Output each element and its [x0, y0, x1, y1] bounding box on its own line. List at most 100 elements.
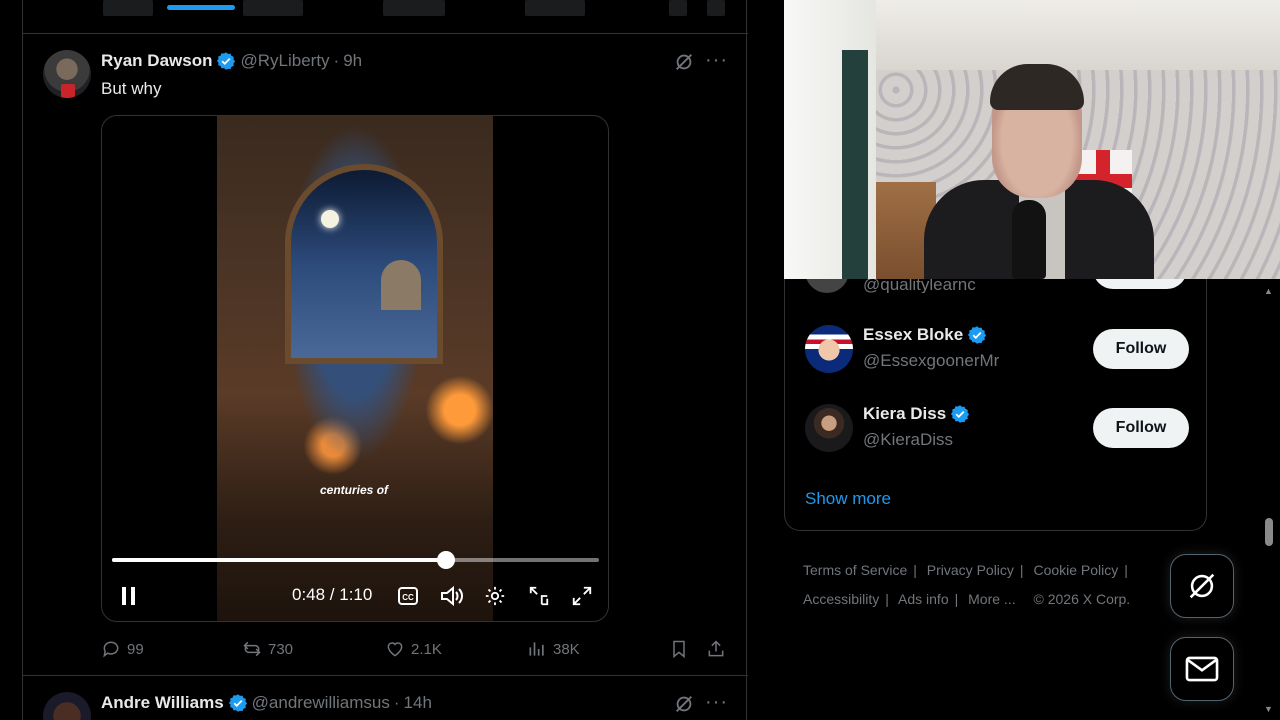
- video-caption: centuries of: [320, 483, 389, 497]
- pause-button[interactable]: [119, 584, 139, 608]
- suggestion-name[interactable]: Kiera Diss: [863, 404, 946, 424]
- tweet[interactable]: Ryan Dawson @RyLiberty · 9h ··· But why …: [23, 34, 748, 676]
- grok-icon[interactable]: [673, 693, 695, 715]
- bookmark-button[interactable]: [669, 639, 689, 659]
- author-name[interactable]: Andre Williams: [101, 693, 224, 713]
- verified-badge-icon[interactable]: [216, 51, 236, 71]
- more-options-icon[interactable]: ···: [705, 49, 728, 72]
- mail-icon: [1185, 656, 1219, 682]
- previous-tweet-actions: [23, 0, 748, 34]
- next-tweet[interactable]: Andre Williams @andrewilliamsus · 14h ··…: [23, 676, 748, 720]
- footer-row-2: Accessibility | Ads info | More ... © 2026…: [803, 585, 1163, 614]
- author-handle[interactable]: @andrewilliamsus: [252, 693, 390, 713]
- avatar[interactable]: [805, 325, 853, 373]
- avatar[interactable]: [805, 404, 853, 452]
- avatar[interactable]: [805, 279, 849, 293]
- previous-bookmark-icon[interactable]: [669, 0, 687, 16]
- previous-video-progress: [167, 5, 235, 10]
- webcam-overlay: [784, 0, 1280, 279]
- previous-view-count[interactable]: [525, 0, 585, 16]
- messages-floating-button[interactable]: [1170, 637, 1234, 701]
- previous-repost-count[interactable]: [243, 0, 303, 16]
- repost-count: 730: [268, 640, 294, 658]
- grok-floating-button[interactable]: [1170, 554, 1234, 618]
- reply-button[interactable]: 99: [101, 639, 144, 659]
- footer-link-terms[interactable]: Terms of Service: [803, 562, 907, 578]
- verified-badge-icon[interactable]: [967, 325, 987, 345]
- tweet-header: Ryan Dawson @RyLiberty · 9h: [101, 51, 362, 71]
- footer-link-ads-info[interactable]: Ads info: [898, 591, 949, 607]
- share-button[interactable]: [706, 639, 726, 659]
- view-count: 38K: [553, 640, 580, 658]
- webcam-curtain: [842, 50, 868, 279]
- author-name[interactable]: Ryan Dawson: [101, 51, 212, 71]
- scrollbar-thumb[interactable]: [1265, 518, 1273, 546]
- footer-link-more[interactable]: More ...: [968, 591, 1015, 607]
- follow-suggestion[interactable]: Kiera Diss @KieraDiss Follow: [803, 400, 1189, 456]
- suggestion-name[interactable]: Essex Bloke: [863, 325, 963, 345]
- previous-reply-count[interactable]: [103, 0, 153, 16]
- next-tweet-header: Andre Williams @andrewilliamsus · 14h: [101, 693, 432, 713]
- repost-button[interactable]: 730: [242, 639, 293, 659]
- tweet-timestamp[interactable]: 14h: [404, 693, 432, 713]
- follow-button[interactable]: Follow: [1093, 329, 1189, 369]
- footer-separator: |: [913, 562, 917, 578]
- avatar[interactable]: [43, 692, 91, 720]
- footer-copyright: © 2026 X Corp.: [1033, 591, 1131, 607]
- author-handle[interactable]: @RyLiberty: [240, 51, 329, 71]
- like-button[interactable]: 2.1K: [385, 639, 442, 659]
- scroll-down-arrow-icon[interactable]: ▼: [1264, 704, 1273, 714]
- tweet-actions: 99 730 2.1K 38K: [101, 639, 731, 661]
- verified-badge-icon[interactable]: [228, 693, 248, 713]
- video-scene-window: [285, 164, 443, 364]
- follow-button[interactable]: Follow: [1093, 408, 1189, 448]
- reply-count: 99: [127, 640, 144, 658]
- video-frame: [217, 116, 493, 621]
- avatar[interactable]: [43, 50, 91, 98]
- previous-share-icon[interactable]: [707, 0, 725, 16]
- captions-button[interactable]: CC: [397, 584, 419, 608]
- video-scrubber-handle[interactable]: [437, 551, 456, 569]
- minimize-icon: [529, 586, 549, 606]
- footer-separator: |: [1124, 562, 1128, 578]
- video-player[interactable]: centuries of 0:48 / 1:10 CC: [101, 115, 609, 622]
- main-feed-column: Ryan Dawson @RyLiberty · 9h ··· But why …: [22, 0, 748, 720]
- video-progress-fill: [112, 558, 447, 562]
- separator-dot: ·: [333, 51, 340, 70]
- more-options-icon[interactable]: ···: [705, 691, 728, 714]
- follow-button[interactable]: [1093, 279, 1187, 289]
- footer-link-privacy[interactable]: Privacy Policy: [927, 562, 1014, 578]
- cut-off-suggestion[interactable]: @qualitylearnc: [803, 279, 1203, 293]
- footer-links: Terms of Service | Privacy Policy | Cookie…: [803, 556, 1163, 614]
- page-scrollbar[interactable]: ▲ ▼: [1262, 280, 1276, 720]
- views-button[interactable]: 38K: [527, 639, 580, 659]
- verified-badge-icon[interactable]: [950, 404, 970, 424]
- video-progress-bar[interactable]: [112, 551, 599, 569]
- previous-like-count[interactable]: [383, 0, 445, 16]
- suggestion-handle[interactable]: @EssexgoonerMr: [863, 351, 999, 371]
- footer-link-accessibility[interactable]: Accessibility: [803, 591, 879, 607]
- volume-button[interactable]: [440, 584, 464, 608]
- footer-separator: |: [885, 591, 889, 607]
- pause-icon: [122, 587, 135, 605]
- grok-icon[interactable]: [673, 51, 695, 73]
- tweet-timestamp[interactable]: 9h: [343, 51, 362, 71]
- footer-link-cookie[interactable]: Cookie Policy: [1033, 562, 1118, 578]
- suggestion-name-row: Kiera Diss: [863, 404, 970, 424]
- footer-row-1: Terms of Service | Privacy Policy | Cookie…: [803, 556, 1163, 585]
- grok-icon: [1189, 573, 1215, 599]
- fullscreen-button[interactable]: [570, 584, 594, 608]
- like-count: 2.1K: [411, 640, 442, 658]
- picture-in-picture-button[interactable]: [527, 584, 551, 608]
- suggestion-handle[interactable]: @KieraDiss: [863, 430, 953, 450]
- settings-button[interactable]: [483, 584, 507, 608]
- separator-dot: ·: [393, 693, 400, 712]
- footer-separator: |: [1019, 562, 1024, 578]
- scroll-up-arrow-icon[interactable]: ▲: [1264, 286, 1273, 296]
- suggestion-handle[interactable]: @qualitylearnc: [863, 279, 976, 293]
- tweet-text: But why: [101, 79, 162, 98]
- footer-separator: |: [954, 591, 959, 607]
- reply-icon: [103, 641, 119, 658]
- show-more-link[interactable]: Show more: [805, 489, 891, 509]
- follow-suggestion[interactable]: Essex Bloke @EssexgoonerMr Follow: [803, 321, 1189, 377]
